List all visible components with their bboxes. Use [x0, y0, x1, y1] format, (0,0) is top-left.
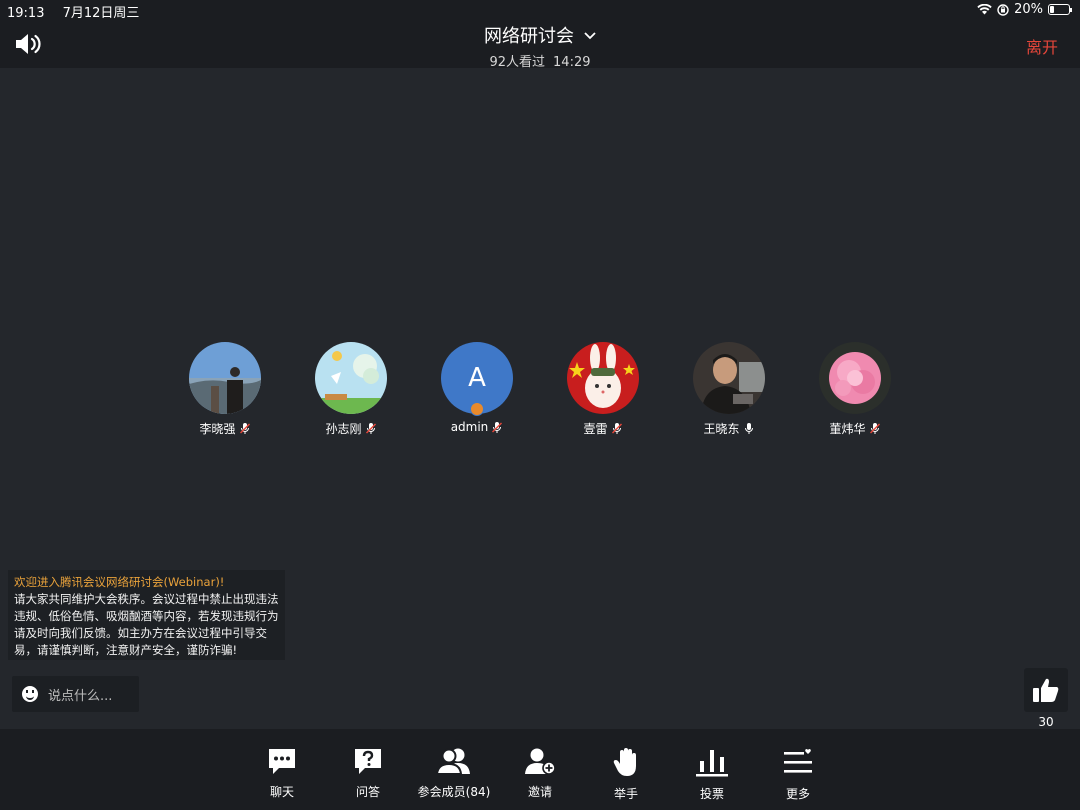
- mic-muted-icon: [492, 421, 503, 433]
- participant-name: 王晓东: [703, 422, 740, 436]
- mic-muted-icon: [869, 423, 880, 434]
- battery-icon: [1048, 4, 1072, 15]
- invite-icon: [525, 748, 556, 775]
- like-button[interactable]: [1024, 668, 1068, 712]
- toolbar-label: 投票: [699, 787, 724, 801]
- members-icon: [436, 748, 470, 775]
- chat-input[interactable]: 说点什么...: [12, 676, 139, 712]
- mic-muted-icon: [365, 423, 376, 434]
- status-time: 19:13: [7, 6, 45, 21]
- viewer-count: 92人看过: [489, 55, 546, 70]
- bottom-toolbar: 聊天 问答 参会成员(84) 邀请 举手 投票 更多: [0, 729, 1080, 810]
- avatar: [567, 342, 639, 414]
- host-badge-icon: [470, 402, 484, 416]
- meeting-title: 网络研讨会: [484, 26, 574, 47]
- toolbar-label: 邀请: [527, 785, 552, 799]
- status-date: 7月12日周三: [62, 6, 140, 21]
- participant-name: 董炜华: [829, 422, 866, 436]
- more-icon: [784, 749, 812, 773]
- vote-icon: [696, 750, 728, 777]
- wifi-icon: [977, 4, 992, 15]
- mic-icon: [744, 423, 753, 434]
- toolbar-label: 参会成员(84): [417, 785, 491, 799]
- chat-placeholder: 说点什么...: [48, 688, 113, 704]
- raise-hand-icon: [613, 748, 636, 776]
- thumbs-up-icon: [1033, 678, 1059, 702]
- chat-button[interactable]: 聊天: [237, 747, 327, 800]
- meeting-header: 网络研讨会 92人看过 14:29 离开: [0, 20, 1080, 70]
- participant-name: 孙志刚: [325, 422, 362, 436]
- participant-tile[interactable]: 李晓强: [175, 342, 275, 437]
- members-button[interactable]: 参会成员(84): [409, 747, 499, 800]
- avatar: [819, 342, 891, 414]
- leave-button[interactable]: 离开: [1026, 34, 1058, 58]
- invite-button[interactable]: 邀请: [495, 747, 585, 800]
- qa-button[interactable]: 问答: [323, 747, 413, 800]
- avatar: [189, 342, 261, 414]
- meeting-duration: 14:29: [553, 55, 591, 70]
- orientation-lock-icon: [997, 3, 1009, 16]
- like-count: 30: [1038, 715, 1054, 729]
- participant-tile[interactable]: 孙志刚: [301, 342, 401, 437]
- meeting-title-dropdown[interactable]: 网络研讨会: [0, 22, 1080, 48]
- participant-strip: 李晓强 孙志刚 A admin 壹雷 王晓东 董炜华: [0, 342, 1080, 442]
- toolbar-label: 聊天: [269, 785, 294, 799]
- avatar: A: [441, 342, 513, 416]
- mic-muted-icon: [239, 423, 250, 434]
- chat-icon: [269, 749, 295, 774]
- toolbar-label: 更多: [785, 787, 810, 801]
- avatar: [315, 342, 387, 414]
- participant-tile[interactable]: 董炜华: [805, 342, 905, 437]
- battery-percent: 20%: [1014, 2, 1043, 17]
- raise-hand-button[interactable]: 举手: [581, 747, 671, 802]
- participant-name: 李晓强: [199, 422, 236, 436]
- system-notice: 欢迎进入腾讯会议网络研讨会(Webinar)! 请大家共同维护大会秩序。会议过程…: [8, 570, 285, 660]
- participant-name: 壹雷: [583, 422, 608, 436]
- status-bar: 19:13 7月12日周三 20%: [0, 0, 1080, 21]
- chevron-down-icon: [584, 28, 596, 44]
- participant-name: admin: [450, 420, 489, 434]
- welcome-message: 欢迎进入腾讯会议网络研讨会(Webinar)!: [14, 575, 225, 589]
- avatar: [693, 342, 765, 414]
- participant-tile[interactable]: 壹雷: [553, 342, 653, 437]
- mic-muted-icon: [611, 423, 622, 434]
- participant-tile[interactable]: 王晓东: [679, 342, 779, 437]
- vote-button[interactable]: 投票: [667, 747, 757, 802]
- participant-tile[interactable]: A admin: [427, 342, 527, 434]
- more-button[interactable]: 更多: [753, 747, 843, 802]
- toolbar-label: 举手: [613, 787, 638, 801]
- emoji-icon[interactable]: [22, 686, 38, 702]
- toolbar-label: 问答: [355, 785, 380, 799]
- qa-icon: [355, 749, 381, 774]
- notice-body: 请大家共同维护大会秩序。会议过程中禁止出现违法违规、低俗色情、吸烟酗酒等内容，若…: [14, 592, 279, 657]
